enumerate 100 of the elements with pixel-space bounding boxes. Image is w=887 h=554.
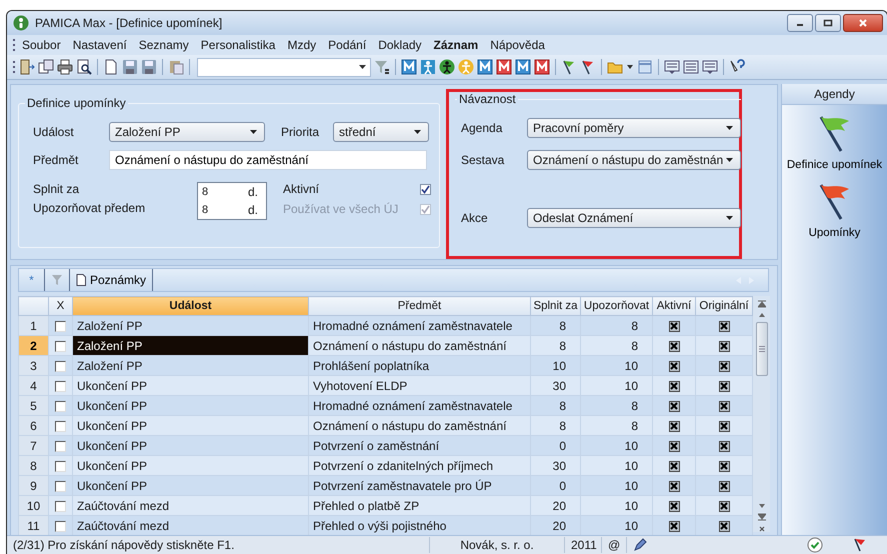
row-checkbox[interactable] [55,380,66,392]
scroll-down-icon[interactable] [758,504,764,508]
checkbox[interactable] [718,400,730,412]
close-button[interactable] [843,14,883,32]
column-header[interactable]: Upozorňovat [580,296,652,316]
number-field[interactable]: 8 d. [197,182,267,201]
notes-tab[interactable]: Poznámky [70,269,154,291]
scroll-bottom-icon[interactable] [758,513,766,521]
menu-item[interactable]: Soubor [16,36,67,54]
save-icon[interactable] [141,59,157,75]
checkbox[interactable] [668,340,680,352]
row-checkbox[interactable] [55,520,66,532]
checkbox[interactable] [718,520,730,532]
flag-icon[interactable] [853,538,867,552]
column-header[interactable]: Událost [72,296,308,316]
checkbox[interactable] [668,420,680,432]
row-checkbox[interactable] [55,460,66,472]
filter-icon[interactable] [374,59,390,75]
menu-item[interactable]: Nastavení [66,36,133,54]
row-checkbox[interactable] [55,400,66,412]
dropdown[interactable]: Odeslat Oznámení [527,208,741,228]
column-header[interactable]: Splnit za [530,296,580,316]
flag-icon[interactable] [580,59,596,75]
row-number[interactable]: 1 [18,316,48,336]
row-number[interactable]: 2 [18,336,48,356]
person-icon[interactable] [439,59,455,75]
document-icon[interactable] [103,59,119,75]
menu-item[interactable]: Podání [322,36,372,54]
row-checkbox[interactable] [55,420,66,432]
column-header[interactable]: Předmět [308,296,530,316]
checkbox[interactable] [718,380,730,392]
checkbox[interactable] [718,320,730,332]
menu-item[interactable]: Personalistika [194,36,282,54]
row-checkbox[interactable] [55,480,66,492]
column-header[interactable]: Originální [696,296,752,316]
scrollbar[interactable] [753,296,770,532]
dropdown[interactable]: Oznámení o nástupu do zaměstnán [527,150,741,170]
menu-item[interactable]: Záznam [428,36,484,54]
row-number[interactable]: 9 [18,476,48,496]
checkbox[interactable] [668,360,680,372]
minimize-button[interactable] [787,14,813,32]
copy-icon[interactable] [38,59,54,75]
checkbox[interactable] [718,480,730,492]
menu-item[interactable]: Seznamy [132,36,195,54]
close-icon[interactable] [758,526,764,532]
tile-icon[interactable] [534,59,550,75]
row-number[interactable]: 11 [18,516,48,536]
row-number[interactable]: 4 [18,376,48,396]
flag-icon[interactable] [561,59,577,75]
checkbox[interactable] [668,500,680,512]
agenda-item[interactable]: Definice upomínek [786,111,882,173]
checkbox[interactable] [718,420,730,432]
checkbox[interactable] [668,440,680,452]
printer-icon[interactable] [57,59,73,75]
check-circle-icon[interactable] [807,537,823,553]
dropdown[interactable]: střední [333,122,430,142]
scroll-top-icon[interactable] [758,300,766,308]
menu-item[interactable]: Mzdy [281,36,322,54]
row-number[interactable]: 5 [18,396,48,416]
tile-icon[interactable] [515,59,531,75]
row-checkbox[interactable] [55,320,66,332]
row-number[interactable]: 10 [18,496,48,516]
tile-icon[interactable] [477,59,493,75]
door-icon[interactable] [19,59,35,75]
checkbox[interactable] [718,500,730,512]
list-icon[interactable] [702,59,718,75]
dropdown[interactable]: Pracovní poměry [527,118,741,138]
dropdown[interactable]: Založení PP [109,122,265,142]
row-checkbox[interactable] [55,500,66,512]
checkbox[interactable] [668,520,680,532]
restore-button[interactable] [815,14,841,32]
checkbox[interactable] [668,480,680,492]
menu-item[interactable]: Doklady [372,36,428,54]
checkbox[interactable] [668,380,680,392]
checkbox[interactable] [718,340,730,352]
checkbox[interactable] [718,440,730,452]
row-checkbox[interactable] [55,360,66,372]
checkbox[interactable] [668,400,680,412]
row-checkbox[interactable] [55,340,66,352]
column-header[interactable]: X [48,296,72,316]
paste-icon[interactable] [168,59,184,75]
scroll-up-icon[interactable] [758,313,764,317]
checkbox[interactable] [668,460,680,472]
tile-icon[interactable] [496,59,512,75]
row-number[interactable]: 7 [18,436,48,456]
save-icon[interactable] [122,59,138,75]
checkbox[interactable] [718,360,730,372]
list-icon[interactable] [664,59,680,75]
row-number[interactable]: 6 [18,416,48,436]
print-preview-icon[interactable] [76,59,92,75]
checkbox[interactable] [668,320,680,332]
row-number[interactable]: 3 [18,356,48,376]
text-field[interactable]: Oznámení o nástupu do zaměstnání [109,150,427,170]
row-number[interactable]: 8 [18,456,48,476]
scroll-thumb[interactable] [756,322,768,376]
tile-icon[interactable] [401,59,417,75]
new-record-tab[interactable]: * [19,269,45,291]
row-checkbox[interactable] [55,440,66,452]
number-field[interactable]: 8 d. [197,201,267,220]
list-icon[interactable] [683,59,699,75]
